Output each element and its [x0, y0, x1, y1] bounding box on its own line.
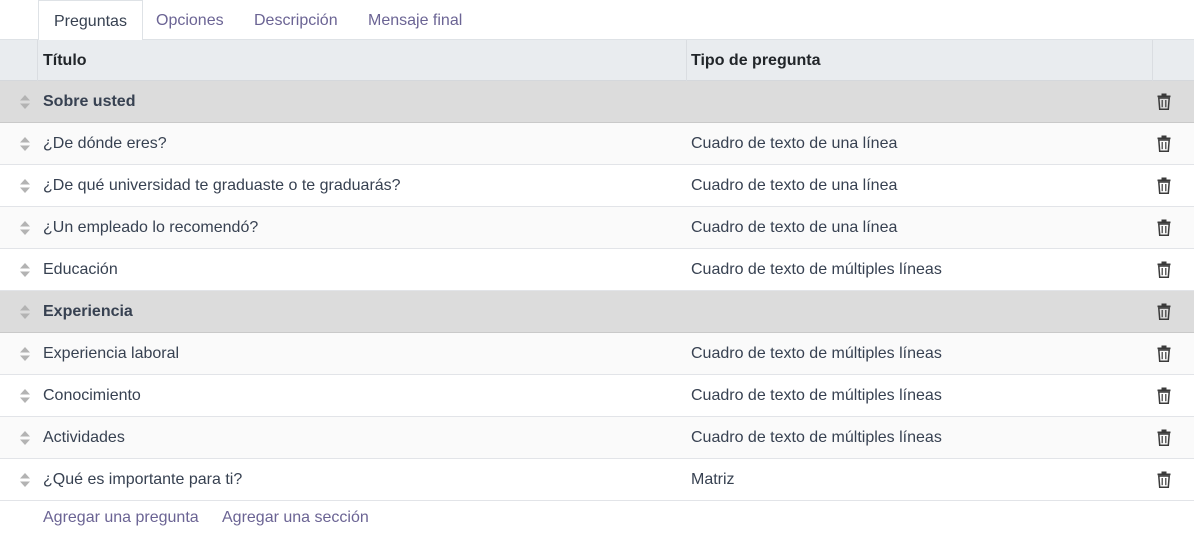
row-title[interactable]: ¿Un empleado lo recomendó?: [43, 207, 258, 248]
tab-bar: Preguntas Opciones Descripción Mensaje f…: [0, 0, 1194, 41]
delete-column-header: [1152, 40, 1194, 81]
tab-descripcion[interactable]: Descripción: [239, 0, 353, 40]
trash-icon[interactable]: [1157, 261, 1171, 278]
tab-preguntas[interactable]: Preguntas: [38, 0, 143, 41]
row-question-type[interactable]: Cuadro de texto de múltiples líneas: [691, 417, 942, 458]
row-question-type[interactable]: Cuadro de texto de una línea: [691, 165, 897, 206]
question-row[interactable]: Conocimiento Cuadro de texto de múltiples…: [0, 375, 1194, 417]
tab-mensaje-final[interactable]: Mensaje final: [353, 0, 477, 40]
question-row[interactable]: ¿Qué es importante para ti? Matriz: [0, 459, 1194, 501]
question-row[interactable]: Educación Cuadro de texto de múltiples lí…: [0, 249, 1194, 291]
row-title[interactable]: ¿De dónde eres?: [43, 123, 167, 164]
trash-icon[interactable]: [1157, 93, 1171, 110]
column-header-title[interactable]: Título: [43, 40, 87, 81]
question-row[interactable]: ¿De dónde eres? Cuadro de texto de una lí…: [0, 123, 1194, 165]
trash-icon[interactable]: [1157, 177, 1171, 194]
trash-icon[interactable]: [1157, 303, 1171, 320]
question-row[interactable]: ¿De qué universidad te graduaste o te gr…: [0, 165, 1194, 207]
row-title[interactable]: Experiencia laboral: [43, 333, 179, 374]
section-row[interactable]: Sobre usted: [0, 81, 1194, 123]
row-title[interactable]: ¿De qué universidad te graduaste o te gr…: [43, 165, 401, 206]
row-title[interactable]: Conocimiento: [43, 375, 141, 416]
row-title[interactable]: ¿Qué es importante para ti?: [43, 459, 242, 500]
row-question-type[interactable]: Cuadro de texto de una línea: [691, 207, 897, 248]
row-question-type[interactable]: Cuadro de texto de una línea: [691, 123, 897, 164]
row-question-type[interactable]: Cuadro de texto de múltiples líneas: [691, 333, 942, 374]
question-row[interactable]: Actividades Cuadro de texto de múltiples …: [0, 417, 1194, 459]
trash-icon[interactable]: [1157, 471, 1171, 488]
sort-handle-icon[interactable]: [19, 304, 31, 320]
row-question-type[interactable]: Cuadro de texto de múltiples líneas: [691, 375, 942, 416]
section-row[interactable]: Experiencia: [0, 291, 1194, 333]
handle-column-header: [0, 40, 38, 81]
sort-handle-icon[interactable]: [19, 346, 31, 362]
trash-icon[interactable]: [1157, 135, 1171, 152]
table-header: Título Tipo de pregunta: [0, 40, 1194, 81]
sort-handle-icon[interactable]: [19, 94, 31, 110]
sort-handle-icon[interactable]: [19, 178, 31, 194]
column-divider: [686, 40, 687, 81]
sort-handle-icon[interactable]: [19, 136, 31, 152]
question-row[interactable]: Experiencia laboral Cuadro de texto de mú…: [0, 333, 1194, 375]
add-section-link[interactable]: Agregar una sección: [222, 497, 369, 534]
row-title[interactable]: Experiencia: [43, 291, 133, 332]
trash-icon[interactable]: [1157, 387, 1171, 404]
trash-icon[interactable]: [1157, 345, 1171, 362]
row-title[interactable]: Actividades: [43, 417, 125, 458]
table-body: Sobre usted ¿De dónde eres? Cuadro de text…: [0, 81, 1194, 501]
question-row[interactable]: ¿Un empleado lo recomendó? Cuadro de text…: [0, 207, 1194, 249]
sort-handle-icon[interactable]: [19, 388, 31, 404]
tab-opciones[interactable]: Opciones: [141, 0, 239, 40]
trash-icon[interactable]: [1157, 219, 1171, 236]
sort-handle-icon[interactable]: [19, 430, 31, 446]
row-question-type[interactable]: Cuadro de texto de múltiples líneas: [691, 249, 942, 290]
row-question-type[interactable]: Matriz: [691, 459, 735, 500]
questions-table: Título Tipo de pregunta Sobre usted ¿De d…: [0, 40, 1194, 501]
add-question-link[interactable]: Agregar una pregunta: [43, 497, 199, 534]
row-title[interactable]: Educación: [43, 249, 118, 290]
column-header-type[interactable]: Tipo de pregunta: [691, 40, 820, 81]
row-title[interactable]: Sobre usted: [43, 81, 135, 122]
sort-handle-icon[interactable]: [19, 262, 31, 278]
sort-handle-icon[interactable]: [19, 220, 31, 236]
table-footer: Agregar una pregunta Agregar una sección: [0, 497, 1194, 534]
trash-icon[interactable]: [1157, 429, 1171, 446]
sort-handle-icon[interactable]: [19, 472, 31, 488]
